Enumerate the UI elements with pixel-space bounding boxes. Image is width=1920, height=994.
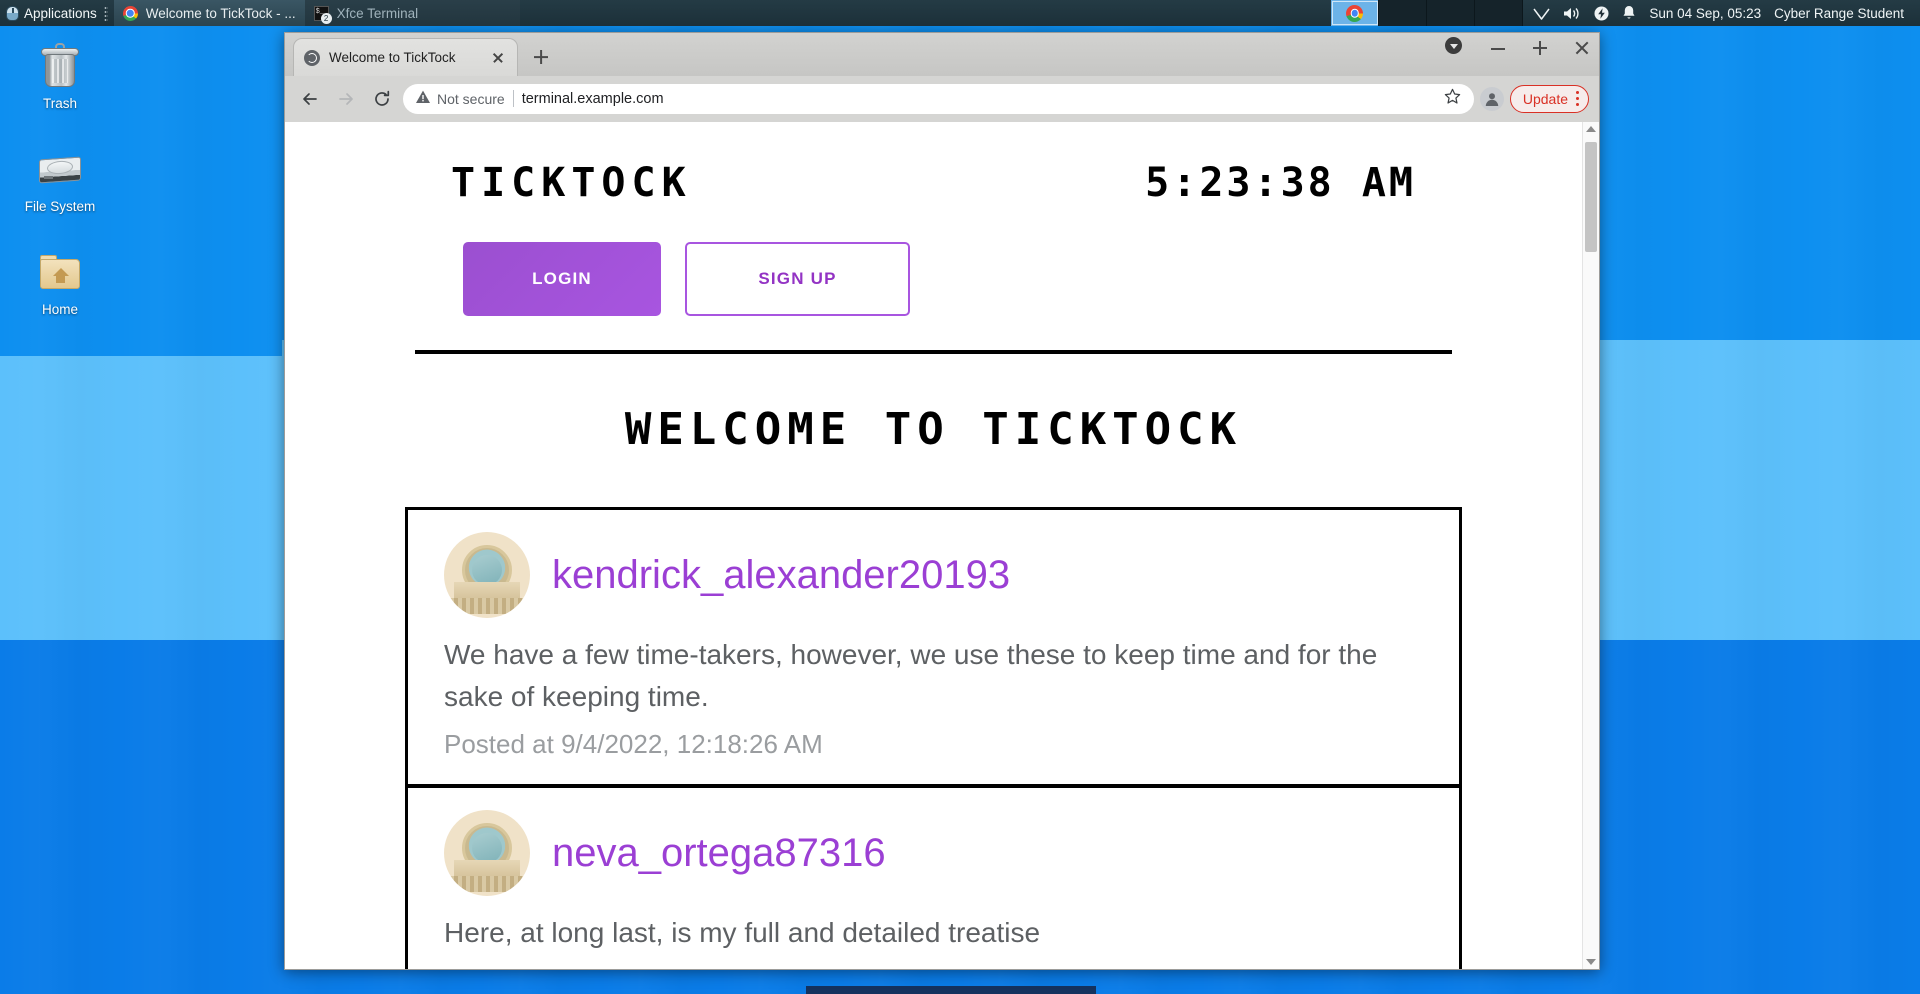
security-status-label: Not secure (437, 90, 505, 107)
signup-button[interactable]: SIGN UP (685, 241, 910, 316)
new-tab-button[interactable] (526, 42, 556, 72)
desktop-icon-label: Home (41, 302, 78, 317)
workspace-switcher[interactable] (1331, 0, 1524, 26)
browser-toolbar: Not secure terminal.example.com Update (285, 76, 1599, 122)
update-button[interactable]: Update (1509, 84, 1589, 113)
speaker-icon[interactable] (1563, 6, 1581, 21)
desktop-icon-label: File System (24, 199, 96, 214)
trash-icon (36, 42, 84, 90)
scrollbar-thumb[interactable] (1585, 141, 1597, 252)
panel-grip-icon (103, 5, 108, 21)
xfce-top-panel: Applications Welcome to TickTock - ... 2… (0, 0, 1920, 26)
panel-spacer (520, 0, 1332, 26)
desktop-icon-trash[interactable]: Trash (8, 42, 112, 111)
web-page: TICKTOCK 5:23:38 AM LOGIN SIGN UP WELCOM… (285, 122, 1582, 970)
login-button[interactable]: LOGIN (463, 241, 661, 316)
chrome-icon (1346, 4, 1364, 22)
workspace-3[interactable] (1427, 0, 1476, 26)
header-divider (415, 349, 1452, 354)
close-icon[interactable] (1571, 37, 1593, 59)
browser-tab-strip: Welcome to TickTock (285, 33, 1599, 77)
panel-username[interactable]: Cyber Range Student (1774, 6, 1910, 21)
terminal-workspace-badge: 2 (320, 12, 332, 24)
background-window-edge[interactable] (806, 986, 1096, 994)
desktop-icon-file-system[interactable]: File System (8, 145, 112, 214)
scroll-down-icon[interactable] (1583, 955, 1599, 969)
kebab-menu-icon[interactable] (1576, 90, 1580, 108)
site-header: TICKTOCK 5:23:38 AM (403, 160, 1464, 206)
home-folder-icon (36, 248, 84, 296)
applications-menu-button[interactable]: Applications (0, 0, 114, 26)
post-body: Here, at long last, is my full and detai… (444, 916, 1041, 948)
auth-actions: LOGIN SIGN UP (403, 206, 1464, 316)
omnibox-separator (512, 90, 514, 108)
address-bar-url: terminal.example.com (521, 90, 664, 107)
window-menu-icon[interactable] (1445, 37, 1467, 59)
browser-viewport: TICKTOCK 5:23:38 AM LOGIN SIGN UP WELCOM… (285, 121, 1599, 970)
post-feed: kendrick_alexander20193 We have a few ti… (403, 506, 1464, 970)
chrome-browser-window: Welcome to TickTock Not secure terminal.… (284, 32, 1600, 970)
post-username[interactable]: neva_ortega87316 (552, 831, 886, 875)
wifi-icon[interactable] (1533, 6, 1550, 21)
desktop-icon-label: Trash (42, 96, 77, 111)
window-controls (1445, 37, 1593, 59)
system-tray: Sun 04 Sep, 05:23 Cyber Range Student (1523, 5, 1920, 21)
chrome-icon (122, 5, 138, 21)
power-icon[interactable] (1594, 6, 1609, 21)
address-bar[interactable]: Not secure terminal.example.com (403, 83, 1474, 114)
post-card[interactable]: kendrick_alexander20193 We have a few ti… (405, 506, 1462, 788)
post-username[interactable]: kendrick_alexander20193 (552, 553, 1010, 597)
workspace-4[interactable] (1475, 0, 1524, 26)
welcome-heading: WELCOME TO TICKTOCK (624, 403, 1243, 455)
harddrive-icon (36, 145, 84, 193)
reload-icon[interactable] (367, 84, 397, 114)
globe-icon (304, 49, 320, 66)
tab-close-icon[interactable] (489, 49, 507, 67)
post-header: kendrick_alexander20193 (444, 531, 1423, 618)
taskbar-item-chrome[interactable]: Welcome to TickTock - ... (113, 0, 305, 26)
applications-menu-label: Applications (24, 5, 97, 21)
panel-clock[interactable]: Sun 04 Sep, 05:23 (1649, 6, 1761, 21)
live-clock: 5:23:38 AM (1145, 159, 1416, 206)
xfce-mouse-icon (6, 5, 19, 21)
bell-icon[interactable] (1622, 5, 1636, 21)
taskbar-item-terminal[interactable]: 2 Xfce Terminal (304, 0, 520, 26)
star-icon[interactable] (1443, 87, 1462, 110)
post-body: We have a few time-takers, however, we u… (444, 638, 1378, 713)
post-timestamp: Posted at 9/4/2022, 12:18:26 AM (444, 728, 823, 759)
avatar (444, 531, 530, 618)
taskbar-item-label: Xfce Terminal (336, 5, 419, 21)
post-card[interactable]: neva_ortega87316 Here, at long last, is … (405, 787, 1462, 970)
update-button-label: Update (1522, 90, 1568, 107)
page-scrollbar[interactable] (1582, 121, 1599, 970)
warning-triangle-icon (415, 89, 431, 108)
desktop-icon-home[interactable]: Home (8, 248, 112, 317)
workspace-1[interactable] (1331, 0, 1380, 26)
terminal-icon: 2 (313, 5, 332, 24)
avatar (444, 809, 530, 896)
maximize-icon[interactable] (1529, 37, 1551, 59)
page-title: TICKTOCK (451, 159, 692, 206)
workspace-2[interactable] (1379, 0, 1428, 26)
minimize-icon[interactable] (1487, 37, 1509, 59)
forward-arrow-icon (331, 84, 361, 114)
security-status[interactable]: Not secure (415, 89, 505, 108)
post-header: neva_ortega87316 (444, 809, 1423, 896)
browser-tab-title: Welcome to TickTock (329, 50, 456, 66)
back-arrow-icon[interactable] (295, 84, 325, 114)
taskbar-item-label: Welcome to TickTock - ... (145, 5, 296, 21)
wallpaper-band-mid (0, 356, 282, 571)
profile-avatar-icon[interactable] (1479, 86, 1504, 111)
scroll-up-icon[interactable] (1583, 122, 1599, 136)
browser-tab[interactable]: Welcome to TickTock (293, 38, 518, 77)
